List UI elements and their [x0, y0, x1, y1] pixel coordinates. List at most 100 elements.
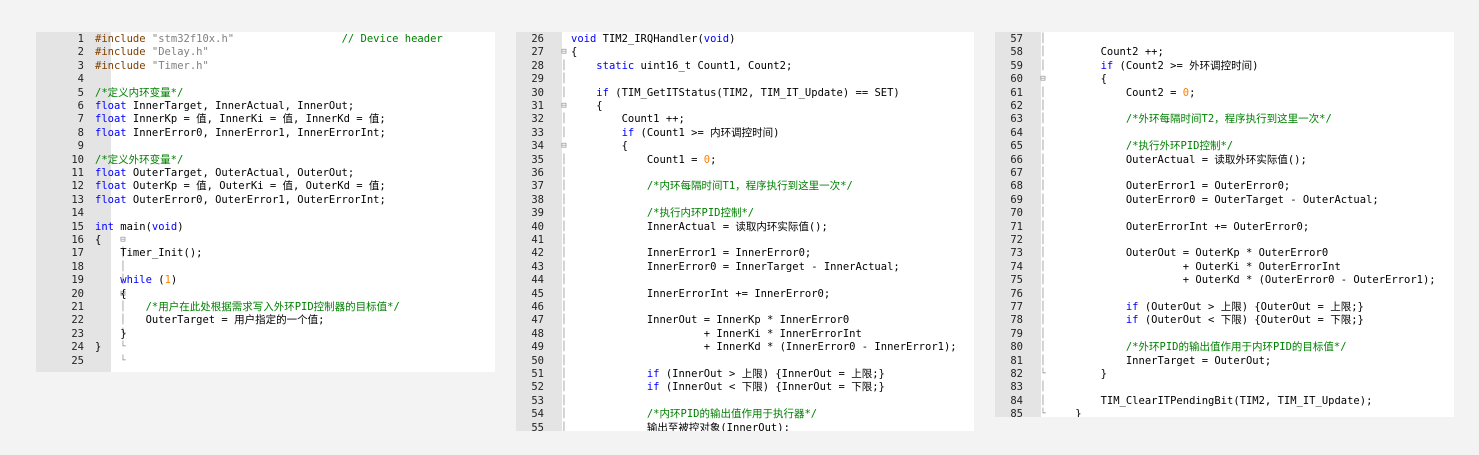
- line-number: 63: [1010, 113, 1023, 126]
- line-number: 3: [77, 59, 84, 72]
- fold-toggle-icon[interactable]: ⊟: [1037, 73, 1049, 86]
- code-line[interactable]: 42 │ InnerError1 = InnerError0;: [516, 247, 974, 260]
- code-line[interactable]: 8 float InnerError0, InnerError1, InnerEr…: [36, 127, 495, 140]
- code-line[interactable]: 84 │ TIM_ClearITPendingBit(TIM2, TIM_IT_U…: [995, 395, 1454, 408]
- fold-toggle-icon[interactable]: ⊟: [117, 234, 129, 247]
- code-line[interactable]: 13 float OuterError0, OuterError1, OuterE…: [36, 194, 495, 207]
- code-line[interactable]: 30 │ if (TIM_GetITStatus(TIM2, TIM_IT_Upd…: [516, 87, 974, 100]
- code-line[interactable]: 4: [36, 73, 495, 86]
- code-line[interactable]: 54 │ /*内环PID的输出值作用于执行器*/: [516, 408, 974, 421]
- code-line[interactable]: 41 │: [516, 234, 974, 247]
- code-line[interactable]: 63 │ /*外环每隔时间T2，程序执行到这里一次*/: [995, 113, 1454, 126]
- code-token: OuterOut = OuterKp * OuterError0: [1050, 247, 1329, 260]
- code-line[interactable]: 52 │ if (InnerOut < 下限) {InnerOut = 下限;}: [516, 381, 974, 394]
- code-line[interactable]: 50 │: [516, 355, 974, 368]
- code-line[interactable]: 25 └: [36, 355, 495, 368]
- code-line[interactable]: 1 #include "stm32f10x.h" // Device header: [36, 33, 495, 46]
- code-line[interactable]: 33 │ if (Count1 >= 内环调控时间): [516, 127, 974, 140]
- code-line[interactable]: 23 └ }: [36, 328, 495, 341]
- code-line[interactable]: 46 │: [516, 301, 974, 314]
- code-line[interactable]: 59 │ if (Count2 >= 外环调控时间): [995, 60, 1454, 73]
- code-text: InnerOut = InnerKp * InnerError0: [571, 314, 849, 327]
- fold-toggle-icon[interactable]: ⊟: [558, 46, 570, 59]
- code-line[interactable]: 73 │ OuterOut = OuterKp * OuterError0: [995, 247, 1454, 260]
- fold-toggle-icon[interactable]: ⊟: [558, 100, 570, 113]
- code-line[interactable]: 35 │ Count1 = 0;: [516, 154, 974, 167]
- code-line[interactable]: 11 float OuterTarget, OuterActual, OuterO…: [36, 167, 495, 180]
- code-line[interactable]: 85 └ }: [995, 408, 1454, 417]
- code-line[interactable]: 6 float InnerTarget, InnerActual, InnerOu…: [36, 100, 495, 113]
- code-line[interactable]: 74 │ + OuterKi * OuterErrorInt: [995, 261, 1454, 274]
- code-line[interactable]: 29 │: [516, 73, 974, 86]
- code-line[interactable]: 17 │ Timer_Init();: [36, 247, 495, 260]
- code-token: if: [596, 86, 609, 99]
- code-line[interactable]: 77 │ if (OuterOut > 上限) {OuterOut = 上限;}: [995, 301, 1454, 314]
- code-line[interactable]: 21 │ /*用户在此处根据需求写入外环PID控制器的目标值*/: [36, 301, 495, 314]
- code-line[interactable]: 68 │ OuterError1 = OuterError0;: [995, 180, 1454, 193]
- fold-toggle-icon[interactable]: ⊟: [558, 140, 570, 153]
- code-line[interactable]: 10 /*定义外环变量*/: [36, 154, 495, 167]
- code-line[interactable]: 40 │ InnerActual = 读取内环实际值();: [516, 221, 974, 234]
- code-line[interactable]: 34 ⊟ {: [516, 140, 974, 153]
- fold-guide-icon: [117, 140, 129, 153]
- code-line[interactable]: 36 │: [516, 167, 974, 180]
- code-line[interactable]: 58 │ Count2 ++;: [995, 46, 1454, 59]
- code-line[interactable]: 43 │ InnerError0 = InnerTarget - InnerAct…: [516, 261, 974, 274]
- code-line[interactable]: 37 │ /*内环每隔时间T1，程序执行到这里一次*/: [516, 180, 974, 193]
- code-line[interactable]: 57 │: [995, 33, 1454, 46]
- code-line[interactable]: 45 │ InnerErrorInt += InnerError0;: [516, 288, 974, 301]
- code-line[interactable]: 48 │ + InnerKi * InnerErrorInt: [516, 328, 974, 341]
- code-line[interactable]: 55 │ 输出至被控对象(InnerOut);: [516, 422, 974, 431]
- code-line[interactable]: 83 │: [995, 381, 1454, 394]
- code-line[interactable]: 26 void TIM2_IRQHandler(void): [516, 33, 974, 46]
- code-line[interactable]: 16 ⊟ {: [36, 234, 495, 247]
- code-line[interactable]: 78 │ if (OuterOut < 下限) {OuterOut = 下限;}: [995, 314, 1454, 327]
- code-line[interactable]: 15 int main(void): [36, 221, 495, 234]
- code-line[interactable]: 49 │ + InnerKd * (InnerError0 - InnerErro…: [516, 341, 974, 354]
- code-line[interactable]: 66 │ OuterActual = 读取外环实际值();: [995, 154, 1454, 167]
- code-line[interactable]: 2 #include "Delay.h": [36, 46, 495, 59]
- code-line[interactable]: 5 /*定义内环变量*/: [36, 87, 495, 100]
- code-line[interactable]: 32 │ Count1 ++;: [516, 113, 974, 126]
- code-line[interactable]: 14: [36, 207, 495, 220]
- code-line[interactable]: 7 float InnerKp = 值, InnerKi = 值, InnerKd…: [36, 113, 495, 126]
- code-line[interactable]: 65 │ /*执行外环PID控制*/: [995, 140, 1454, 153]
- code-line[interactable]: 64 │: [995, 127, 1454, 140]
- code-line[interactable]: 71 │ OuterErrorInt += OuterError0;: [995, 221, 1454, 234]
- code-line[interactable]: 24 └}: [36, 341, 495, 354]
- code-line[interactable]: 9: [36, 140, 495, 153]
- code-line[interactable]: 31 ⊟ {: [516, 100, 974, 113]
- code-line[interactable]: 47 │ InnerOut = InnerKp * InnerError0: [516, 314, 974, 327]
- fold-guide-icon: │: [1040, 154, 1046, 165]
- code-line[interactable]: 28 │ static uint16_t Count1, Count2;: [516, 60, 974, 73]
- code-line[interactable]: 69 │ OuterError0 = OuterTarget - OuterAct…: [995, 194, 1454, 207]
- code-line[interactable]: 82 └ }: [995, 368, 1454, 381]
- code-line[interactable]: 60 ⊟ {: [995, 73, 1454, 86]
- code-line[interactable]: 39 │ /*执行内环PID控制*/: [516, 207, 974, 220]
- code-line[interactable]: 81 │ InnerTarget = OuterOut;: [995, 355, 1454, 368]
- code-line[interactable]: 3 #include "Timer.h": [36, 60, 495, 73]
- code-line[interactable]: 19 │ while (1): [36, 274, 495, 287]
- code-line[interactable]: 22 │ OuterTarget = 用户指定的一个值;: [36, 314, 495, 327]
- code-line[interactable]: 27 ⊟{: [516, 46, 974, 59]
- code-line[interactable]: 12 float OuterKp = 值, OuterKi = 值, OuterK…: [36, 180, 495, 193]
- code-line[interactable]: 75 │ + OuterKd * (OuterError0 - OuterErro…: [995, 274, 1454, 287]
- code-token: if: [646, 368, 660, 380]
- code-line[interactable]: 61 │ Count2 = 0;: [995, 87, 1454, 100]
- code-line[interactable]: 70 │: [995, 207, 1454, 220]
- code-line[interactable]: 51 │ if (InnerOut > 上限) {InnerOut = 上限;}: [516, 368, 974, 381]
- code-line[interactable]: 38 │: [516, 194, 974, 207]
- code-line[interactable]: 76 │: [995, 288, 1454, 301]
- code-line[interactable]: 53 │: [516, 395, 974, 408]
- code-line[interactable]: 79 │: [995, 328, 1454, 341]
- code-line[interactable]: 62 │: [995, 100, 1454, 113]
- line-number: 11: [71, 167, 84, 179]
- code-line[interactable]: 44 │: [516, 274, 974, 287]
- code-line[interactable]: 67 │: [995, 167, 1454, 180]
- code-line[interactable]: 80 │ /*外环PID的输出值作用于内环PID的目标值*/: [995, 341, 1454, 354]
- code-line[interactable]: 20 ⊟ {: [36, 288, 495, 301]
- code-line[interactable]: 72 │: [995, 234, 1454, 247]
- code-line[interactable]: 18 │: [36, 261, 495, 274]
